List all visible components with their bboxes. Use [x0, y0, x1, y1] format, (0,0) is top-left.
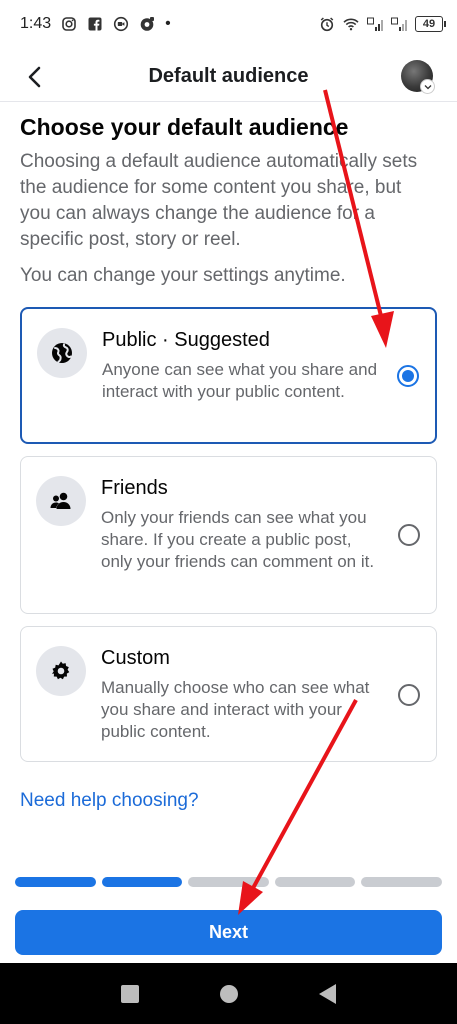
intro-section: Choose your default audience Choosing a …: [20, 114, 437, 289]
progress-segment: [101, 877, 183, 887]
page-title: Default audience: [148, 65, 309, 87]
option-public-title: Public · Suggested: [102, 329, 270, 351]
system-nav-bar: [0, 963, 457, 1024]
option-public-radio[interactable]: [397, 365, 419, 387]
option-public[interactable]: Public · Suggested Anyone can see what y…: [20, 307, 437, 444]
app-badge-icon: [139, 16, 155, 32]
friends-icon: [36, 476, 86, 526]
progress-segment: [274, 877, 356, 887]
intro-description: Choosing a default audience automaticall…: [20, 151, 418, 250]
profile-avatar[interactable]: [401, 60, 435, 94]
instagram-icon: [61, 16, 77, 32]
gear-icon: [36, 646, 86, 696]
status-bar: 1:43 • 49: [0, 0, 457, 48]
progress-segment: [15, 877, 96, 887]
signal-icon-1: [367, 16, 383, 32]
wifi-icon: [343, 16, 359, 32]
signal-icon-2: [391, 16, 407, 32]
next-button[interactable]: Next: [15, 910, 442, 955]
globe-icon: [37, 328, 87, 378]
chevron-down-icon: [420, 79, 435, 94]
option-friends-radio[interactable]: [398, 524, 420, 546]
help-choosing-link[interactable]: Need help choosing?: [20, 790, 199, 812]
option-custom-title: Custom: [101, 647, 170, 669]
settings-note: You can change your settings anytime.: [20, 265, 346, 286]
status-bar-right: 49: [319, 16, 446, 32]
back-arrow-icon: [28, 66, 41, 88]
option-custom[interactable]: Custom Manually choose who can see what …: [20, 626, 437, 762]
option-custom-radio[interactable]: [398, 684, 420, 706]
home-icon[interactable]: [219, 984, 238, 1003]
progress-segment: [188, 877, 269, 887]
option-friends-title: Friends: [101, 477, 168, 499]
header-bar: Default audience: [0, 52, 457, 102]
option-friends[interactable]: Friends Only your friends can see what y…: [20, 456, 437, 614]
facebook-icon: [87, 16, 103, 32]
back-triangle-icon[interactable]: [319, 983, 337, 1004]
option-public-description: Anyone can see what you share and intera…: [102, 360, 378, 401]
section-title: Choose your default audience: [20, 114, 349, 140]
option-custom-description: Manually choose who can see what you sha…: [101, 678, 370, 741]
progress-segment: [361, 877, 442, 887]
status-dot: •: [165, 15, 171, 32]
status-time: 1:43: [20, 15, 52, 32]
back-button[interactable]: [18, 60, 52, 94]
alarm-icon: [319, 16, 335, 32]
video-call-icon: [113, 16, 129, 32]
status-bar-left: 1:43 •: [20, 15, 171, 33]
step-progress: [15, 877, 442, 887]
option-friends-description: Only your friends can see what you share…: [101, 508, 375, 571]
battery-icon: 49: [415, 16, 446, 32]
recent-apps-icon[interactable]: [120, 984, 139, 1003]
